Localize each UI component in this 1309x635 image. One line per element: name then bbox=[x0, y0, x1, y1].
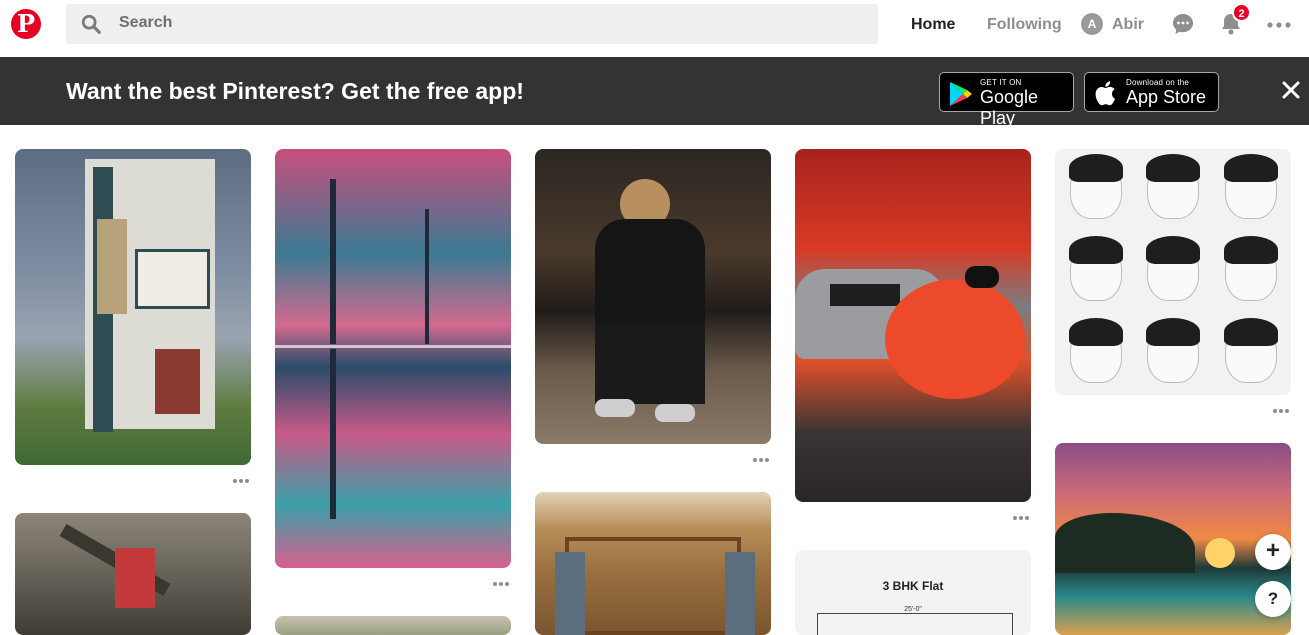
house-stone-panel bbox=[97, 219, 127, 314]
app-store-big-text: App Store bbox=[1126, 87, 1207, 107]
house-door bbox=[155, 349, 200, 414]
hairstyle-sketch bbox=[1069, 318, 1123, 383]
house-balcony bbox=[135, 249, 210, 309]
more-options-icon[interactable] bbox=[753, 458, 769, 462]
door-frame bbox=[565, 537, 741, 635]
floor-plan-outline bbox=[817, 613, 1013, 635]
pin-palm-reflection[interactable] bbox=[275, 149, 511, 568]
pin-floor-plan[interactable]: 3 BHK Flat 25'-0" bbox=[795, 550, 1031, 635]
hairstyle-sketch bbox=[1224, 154, 1278, 219]
shelf-books bbox=[115, 548, 155, 608]
palm-trunk bbox=[425, 209, 429, 344]
more-options-icon[interactable] bbox=[493, 582, 509, 586]
nav-home-link[interactable]: Home bbox=[911, 16, 955, 34]
hairstyle-sketch bbox=[1069, 236, 1123, 301]
hairstyle-sketch bbox=[1069, 154, 1123, 219]
pin-house-elevation[interactable] bbox=[15, 149, 251, 465]
hairstyle-sketch bbox=[1224, 318, 1278, 383]
chat-icon[interactable] bbox=[1171, 12, 1195, 36]
more-options-icon[interactable] bbox=[1273, 409, 1289, 413]
banner-text: Want the best Pinterest? Get the free ap… bbox=[66, 78, 524, 104]
boy-shoe bbox=[655, 404, 695, 422]
pin-plant[interactable] bbox=[275, 616, 511, 635]
sun bbox=[1205, 538, 1235, 568]
add-pin-button[interactable]: + bbox=[1255, 534, 1291, 570]
avatar[interactable]: A bbox=[1081, 13, 1103, 35]
hairstyle-sketch bbox=[1146, 154, 1200, 219]
pin-car-smoke[interactable] bbox=[795, 149, 1031, 502]
app-promo-banner: Want the best Pinterest? Get the free ap… bbox=[0, 57, 1309, 128]
pin-book-shelf[interactable] bbox=[15, 513, 251, 635]
boy-legs bbox=[595, 324, 705, 404]
pin-wooden-door[interactable] bbox=[535, 492, 771, 635]
more-options-icon[interactable] bbox=[233, 479, 249, 483]
google-play-small-text: GET IT ON bbox=[980, 78, 1022, 87]
door-window bbox=[555, 552, 585, 635]
pinterest-logo-icon[interactable]: P bbox=[11, 9, 41, 39]
app-store-button[interactable]: Download on the App Store bbox=[1084, 72, 1219, 112]
hairstyle-sketch bbox=[1224, 236, 1278, 301]
close-icon[interactable] bbox=[1281, 80, 1301, 100]
palm-reflection bbox=[330, 349, 336, 519]
google-play-button[interactable]: GET IT ON Google Play bbox=[939, 72, 1074, 128]
google-play-icon bbox=[950, 82, 972, 106]
boy-shoe bbox=[595, 399, 635, 417]
top-header: P Search Home Following A Abir 2 bbox=[0, 0, 1309, 56]
smoke-cap bbox=[965, 266, 999, 288]
help-button[interactable]: ? bbox=[1255, 581, 1291, 617]
more-icon[interactable] bbox=[1267, 22, 1291, 28]
nav-profile-link[interactable]: Abir bbox=[1112, 16, 1144, 34]
pin-hairstyles[interactable] bbox=[1055, 149, 1291, 395]
google-play-big-text: Google Play bbox=[980, 87, 1039, 128]
search-placeholder: Search bbox=[119, 14, 173, 31]
car-grille bbox=[830, 284, 900, 306]
app-store-small-text: Download on the bbox=[1126, 78, 1190, 87]
door-window bbox=[725, 552, 755, 635]
floor-plan-dimension: 25'-0" bbox=[904, 606, 922, 613]
floor-plan-title: 3 BHK Flat bbox=[882, 579, 944, 593]
hairstyle-sketch bbox=[1146, 318, 1200, 383]
smoke-cloud bbox=[885, 279, 1025, 399]
apple-icon bbox=[1095, 81, 1116, 106]
horizon-line bbox=[275, 345, 511, 348]
boy-hoodie bbox=[595, 219, 705, 329]
coast-trees bbox=[1055, 513, 1195, 573]
more-options-icon[interactable] bbox=[1013, 516, 1029, 520]
nav-following-link[interactable]: Following bbox=[987, 16, 1062, 34]
pin-boy-sitting[interactable] bbox=[535, 149, 771, 444]
hairstyle-sketch bbox=[1146, 236, 1200, 301]
search-icon bbox=[81, 14, 101, 34]
palm-trunk bbox=[330, 179, 336, 344]
notification-badge: 2 bbox=[1232, 3, 1251, 22]
search-input[interactable]: Search bbox=[66, 4, 878, 44]
